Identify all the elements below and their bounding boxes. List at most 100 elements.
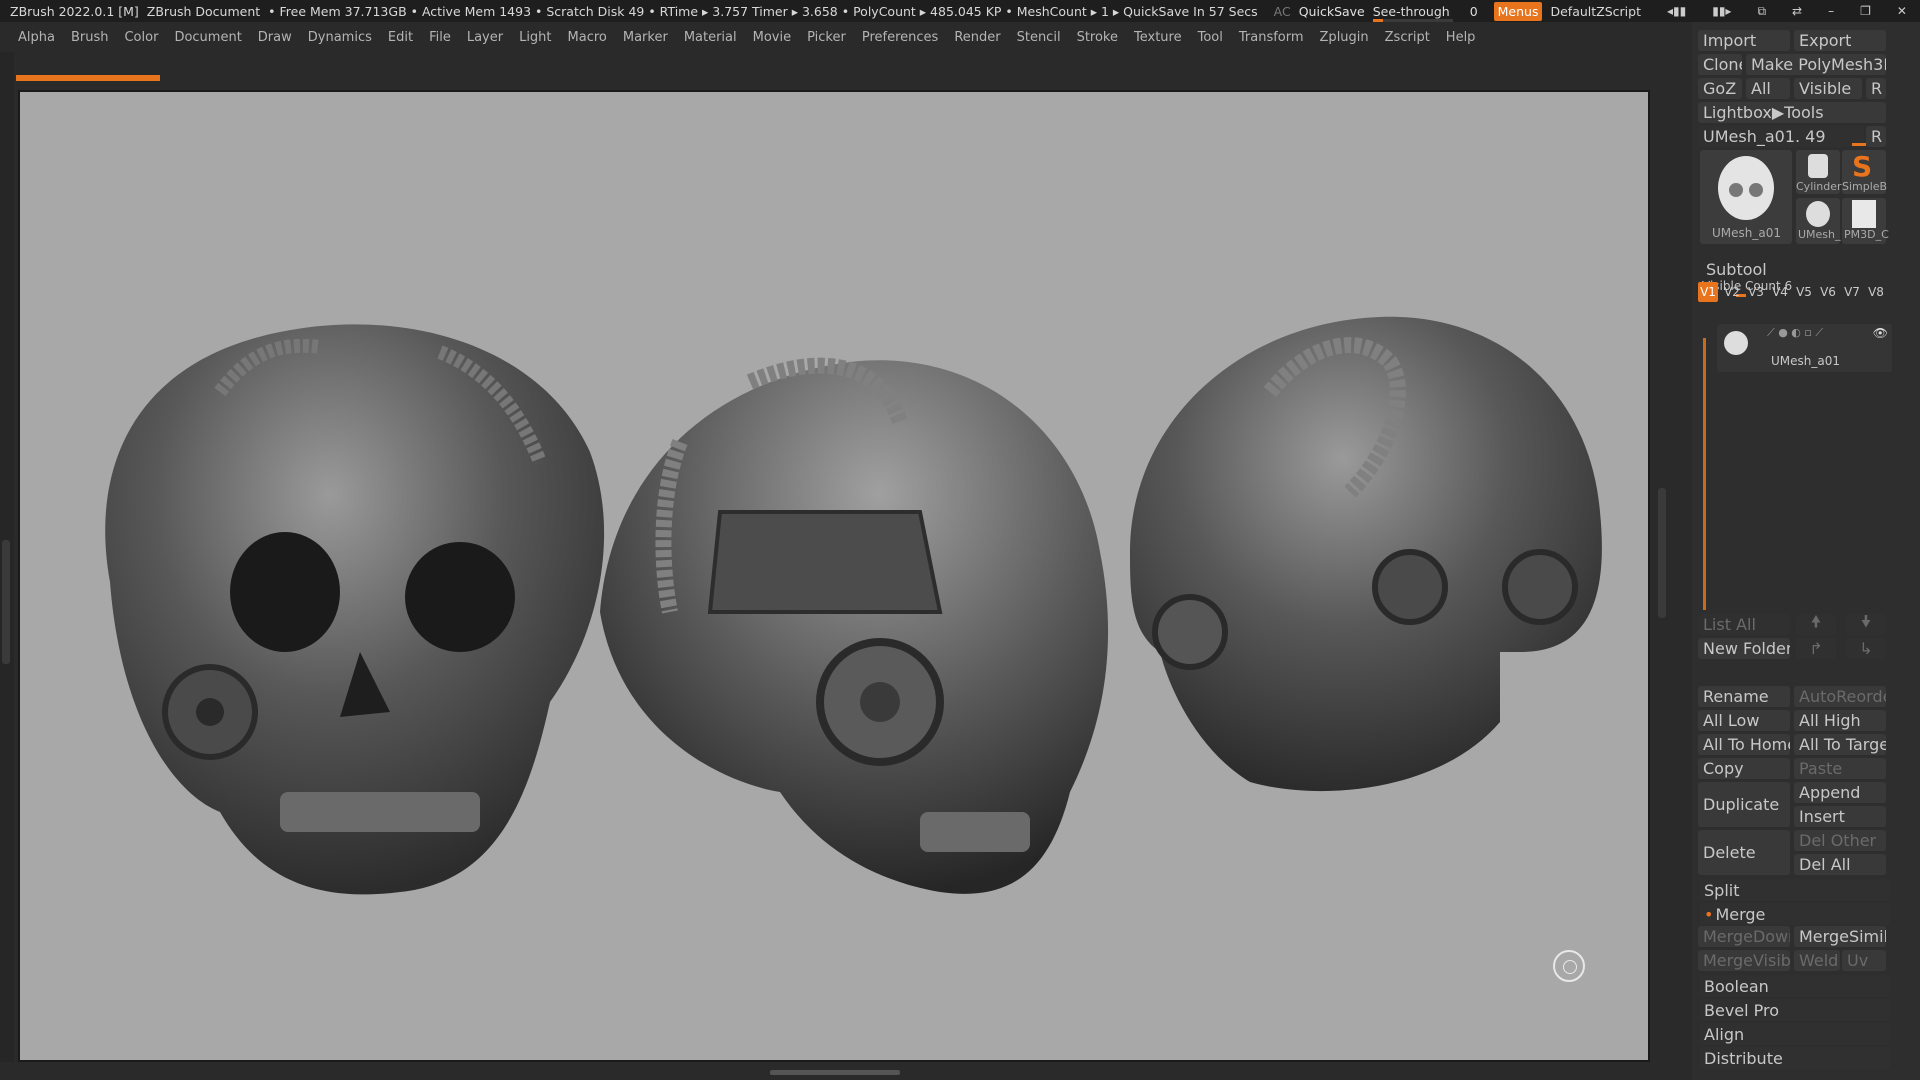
menu-item-edit[interactable]: Edit <box>380 30 421 45</box>
del-all-button[interactable]: Del All <box>1794 854 1886 875</box>
subtool-item[interactable]: ⟋ ● ◐ ▫ ⟋ 👁 UMesh_a01 <box>1717 324 1892 372</box>
menu-item-tool[interactable]: Tool <box>1190 30 1231 45</box>
tool-thumb-cylinder[interactable]: Cylinder <box>1796 150 1842 194</box>
all-low-button[interactable]: All Low <box>1698 710 1790 731</box>
menu-item-draw[interactable]: Draw <box>250 30 300 45</box>
visibility-tab-v4[interactable]: V4 <box>1770 282 1790 302</box>
menu-item-zscript[interactable]: Zscript <box>1377 30 1438 45</box>
merge-down-button[interactable]: MergeDown <box>1698 926 1790 947</box>
menu-item-file[interactable]: File <box>421 30 459 45</box>
menu-item-movie[interactable]: Movie <box>745 30 799 45</box>
merge-similar-button[interactable]: MergeSimilar <box>1794 926 1886 947</box>
lightbox-tools-button[interactable]: Lightbox▶Tools <box>1698 102 1886 123</box>
visibility-tab-v8[interactable]: V8 <box>1866 282 1886 302</box>
rename-button[interactable]: Rename <box>1698 686 1790 707</box>
append-button[interactable]: Append <box>1794 782 1886 803</box>
window-tile-icon[interactable]: ⧉ <box>1757 4 1766 19</box>
menu-item-color[interactable]: Color <box>116 30 166 45</box>
see-through-slider[interactable]: See-through 0 <box>1372 4 1486 22</box>
close-icon[interactable]: ✕ <box>1897 4 1907 19</box>
menu-item-render[interactable]: Render <box>946 30 1008 45</box>
menu-item-zplugin[interactable]: Zplugin <box>1312 30 1377 45</box>
tool-thumb-umesh[interactable]: UMesh_ <box>1796 198 1841 244</box>
folder-move-down-icon[interactable]: ↳ <box>1846 638 1886 659</box>
right-tray-handle[interactable] <box>1658 488 1666 618</box>
menu-item-texture[interactable]: Texture <box>1126 30 1190 45</box>
menu-item-marker[interactable]: Marker <box>615 30 676 45</box>
new-folder-button[interactable]: New Folder <box>1698 638 1790 659</box>
layout-icon-2[interactable]: ▮▮▸ <box>1712 4 1731 19</box>
subtool-list-scrollbar[interactable] <box>1703 338 1706 610</box>
menu-item-transform[interactable]: Transform <box>1231 30 1312 45</box>
weld-button[interactable]: Weld <box>1794 950 1840 971</box>
menu-item-picker[interactable]: Picker <box>799 30 854 45</box>
move-down-icon[interactable]: 🠟 <box>1846 614 1886 635</box>
menu-item-help[interactable]: Help <box>1438 30 1484 45</box>
all-to-target-button[interactable]: All To Target <box>1794 734 1886 755</box>
del-other-button[interactable]: Del Other <box>1794 830 1886 851</box>
list-all-button[interactable]: List All <box>1698 614 1790 635</box>
duplicate-button[interactable]: Duplicate <box>1698 782 1790 827</box>
move-up-icon[interactable]: 🠝 <box>1796 614 1836 635</box>
align-section[interactable]: Align <box>1700 1023 1890 1045</box>
quicksave-button[interactable]: QuickSave <box>1299 4 1365 19</box>
current-tool-r-button[interactable]: R <box>1866 126 1886 147</box>
layout-icon-1[interactable]: ◂▮▮ <box>1667 4 1686 19</box>
folder-move-up-icon[interactable]: ↱ <box>1796 638 1836 659</box>
menu-item-brush[interactable]: Brush <box>63 30 117 45</box>
visibility-tab-v6[interactable]: V6 <box>1818 282 1838 302</box>
tool-thumb-pm3d[interactable]: PM3D_C <box>1842 198 1889 244</box>
goz-all-button[interactable]: All <box>1746 78 1790 99</box>
left-tray-handle[interactable] <box>2 540 10 664</box>
menu-item-stencil[interactable]: Stencil <box>1009 30 1069 45</box>
all-high-button[interactable]: All High <box>1794 710 1886 731</box>
menu-item-macro[interactable]: Macro <box>560 30 615 45</box>
menu-item-material[interactable]: Material <box>676 30 745 45</box>
merge-section[interactable]: • Merge <box>1700 903 1890 925</box>
goz-button[interactable]: GoZ <box>1698 78 1742 99</box>
make-polymesh3d-button[interactable]: Make PolyMesh3D <box>1746 54 1886 75</box>
bevel-pro-section[interactable]: Bevel Pro <box>1700 999 1890 1021</box>
minimize-icon[interactable]: – <box>1828 4 1834 19</box>
menus-toggle-button[interactable]: Menus <box>1493 1 1543 21</box>
menu-item-stroke[interactable]: Stroke <box>1069 30 1126 45</box>
distribute-section[interactable]: Distribute <box>1700 1047 1890 1069</box>
menu-item-document[interactable]: Document <box>166 30 249 45</box>
uv-button[interactable]: Uv <box>1842 950 1886 971</box>
menu-item-preferences[interactable]: Preferences <box>854 30 946 45</box>
ac-indicator[interactable]: AC <box>1274 4 1291 19</box>
import-button[interactable]: Import <box>1698 30 1790 51</box>
subtool-header[interactable]: Subtool <box>1706 260 1767 279</box>
goz-r-button[interactable]: R <box>1866 78 1886 99</box>
menu-item-light[interactable]: Light <box>511 30 559 45</box>
menu-item-alpha[interactable]: Alpha <box>0 30 63 45</box>
copy-button[interactable]: Copy <box>1698 758 1790 779</box>
canvas-viewport[interactable] <box>18 90 1650 1062</box>
visibility-tab-v7[interactable]: V7 <box>1842 282 1862 302</box>
merge-visible-button[interactable]: MergeVisible <box>1698 950 1790 971</box>
window-swap-icon[interactable]: ⇄ <box>1792 4 1802 19</box>
current-tool-slider[interactable]: UMesh_a01. 49 <box>1698 126 1864 147</box>
menu-item-layer[interactable]: Layer <box>459 30 511 45</box>
goz-visible-button[interactable]: Visible <box>1794 78 1862 99</box>
default-zscript-button[interactable]: DefaultZScript <box>1550 4 1641 19</box>
auto-reorder-button[interactable]: AutoReorder <box>1794 686 1886 707</box>
visibility-tab-v1[interactable]: V1 <box>1698 282 1718 302</box>
bottom-tray-handle[interactable] <box>770 1070 900 1075</box>
paste-button[interactable]: Paste <box>1794 758 1886 779</box>
export-button[interactable]: Export <box>1794 30 1886 51</box>
boolean-section[interactable]: Boolean <box>1700 975 1890 997</box>
subtool-visibility-icons[interactable]: ⟋ ● ◐ ▫ ⟋ <box>1767 326 1823 340</box>
visibility-tab-v2[interactable]: V2 <box>1722 282 1742 302</box>
visibility-tab-v3[interactable]: V3 <box>1746 282 1766 302</box>
visibility-tab-v5[interactable]: V5 <box>1794 282 1814 302</box>
insert-button[interactable]: Insert <box>1794 806 1886 827</box>
all-to-home-button[interactable]: All To Home <box>1698 734 1790 755</box>
split-section[interactable]: Split <box>1700 879 1890 901</box>
restore-icon[interactable]: ❐ <box>1860 4 1871 19</box>
menu-item-dynamics[interactable]: Dynamics <box>300 30 380 45</box>
eye-icon[interactable]: 👁 <box>1873 326 1888 340</box>
delete-button[interactable]: Delete <box>1698 830 1790 875</box>
tool-thumb-simpleb[interactable]: S SimpleB <box>1842 150 1887 194</box>
clone-button[interactable]: Clone <box>1698 54 1742 75</box>
